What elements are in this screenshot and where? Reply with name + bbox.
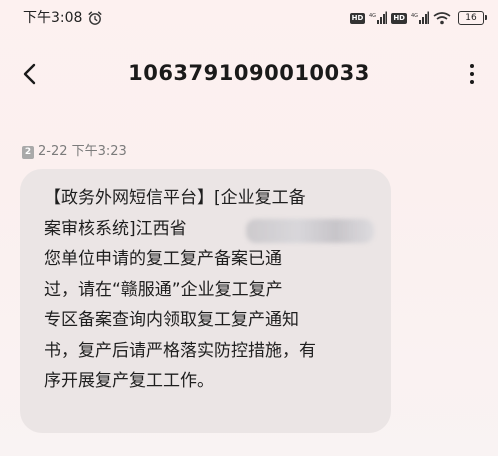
message-line: 您单位申请的复工复产备案已通 [44,249,282,269]
message-line: 专区备案查询内领取复工复产通知 [44,310,299,330]
signal-strength-icon-2: 4G [411,11,429,24]
message-line: 书，复产后请严格落实防控措施，有 [44,340,316,361]
more-vertical-icon [470,64,474,84]
message-meta: 2 2-22 下午3:23 [22,143,127,161]
battery-level: 16 [465,13,477,23]
signal-strength-icon: 4G [369,11,388,24]
message-line: 序开展复产复工工作。 [44,371,214,391]
status-time: 下午3:08 [23,10,83,26]
page-title: 1063791090010033 [128,61,370,85]
alarm-clock-icon [88,11,102,25]
conversation-header: 1063791090010033 [0,48,498,98]
message-line: 过，请在“赣服通”企业复工复产 [44,279,283,300]
wifi-icon [433,12,451,25]
svg-text:4G: 4G [411,13,418,19]
battery-icon: 16 [458,11,487,25]
message-body: 【政务外网短信平台】[企业复工备 案审核系统]江西省 您单位申请的复工复产备案已… [44,183,375,397]
hd-badge-1: HD [349,12,366,24]
svg-text:4G: 4G [369,13,376,19]
hd-badge-2: HD [391,12,407,24]
status-bar: 下午3:08 HD 4G HD 4G 16 [0,0,498,36]
sim-slot-icon: 2 [22,145,34,159]
redaction-blur [246,219,374,243]
message-bubble[interactable]: 【政务外网短信平台】[企业复工备 案审核系统]江西省 您单位申请的复工复产备案已… [20,169,391,433]
message-line: 【政务外网短信平台】[企业复工备 [44,188,306,208]
message-timestamp: 2-22 下午3:23 [38,144,127,159]
more-options-button[interactable] [456,58,488,90]
status-indicators: HD 4G HD 4G 16 [349,10,487,26]
